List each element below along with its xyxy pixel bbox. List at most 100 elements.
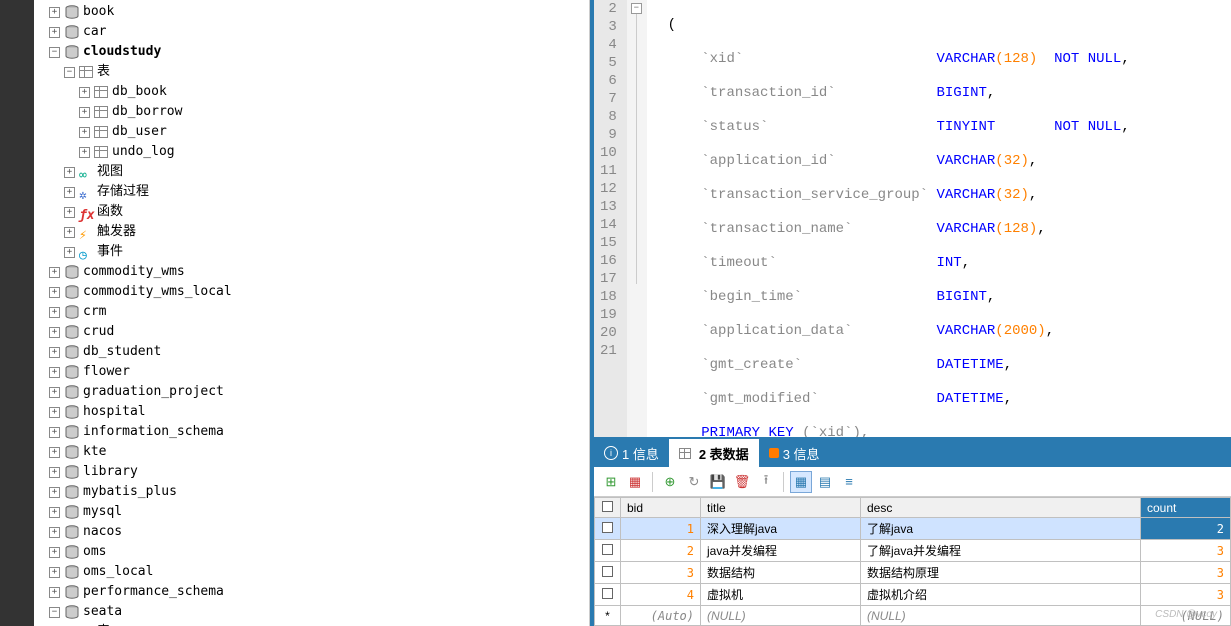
text-view-button[interactable]: ≡ <box>838 471 860 493</box>
expand-icon[interactable]: + <box>49 507 60 518</box>
cell-title[interactable]: 数据结构 <box>701 562 861 584</box>
col-desc[interactable]: desc <box>861 498 1141 518</box>
tree-db-oms[interactable]: +oms <box>34 542 589 562</box>
expand-icon[interactable]: + <box>49 467 60 478</box>
expand-icon[interactable]: + <box>49 367 60 378</box>
collapse-icon[interactable]: − <box>49 607 60 618</box>
cell-bid[interactable]: 2 <box>621 540 701 562</box>
expand-icon[interactable]: + <box>49 307 60 318</box>
tab-info3[interactable]: 3 信息 <box>759 439 830 467</box>
table-row[interactable]: 2java并发编程了解java并发编程3 <box>595 540 1231 562</box>
expand-icon[interactable]: + <box>79 147 90 158</box>
database-tree[interactable]: +book +car −cloudstudy −表 +db_book +db_b… <box>34 0 590 626</box>
tree-db-commodity_wms_local[interactable]: +commodity_wms_local <box>34 282 589 302</box>
expand-icon[interactable]: + <box>79 87 90 98</box>
expand-icon[interactable]: + <box>49 347 60 358</box>
tree-db-graduation_project[interactable]: +graduation_project <box>34 382 589 402</box>
checkbox-icon[interactable] <box>602 566 613 577</box>
tree-db-oms_local[interactable]: +oms_local <box>34 562 589 582</box>
tree-db-db_student[interactable]: +db_student <box>34 342 589 362</box>
tree-db-commodity_wms[interactable]: +commodity_wms <box>34 262 589 282</box>
cell-count[interactable]: 3 <box>1141 562 1231 584</box>
cell-bid[interactable]: (Auto) <box>621 606 701 626</box>
table-row[interactable]: 1深入理解java了解java2 <box>595 518 1231 540</box>
tree-table-undo_log[interactable]: +undo_log <box>34 142 589 162</box>
code-area[interactable]: ( `xid` VARCHAR(128) NOT NULL, `transact… <box>647 0 1231 437</box>
expand-icon[interactable]: + <box>49 427 60 438</box>
expand-icon[interactable]: + <box>64 247 75 258</box>
tree-events[interactable]: +◷事件 <box>34 242 589 262</box>
tree-funcs[interactable]: +ƒx函数 <box>34 202 589 222</box>
tree-triggers[interactable]: +⚡触发器 <box>34 222 589 242</box>
expand-icon[interactable]: + <box>49 387 60 398</box>
tree-table-db_user[interactable]: +db_user <box>34 122 589 142</box>
cell-count[interactable]: 3 <box>1141 540 1231 562</box>
checkbox-icon[interactable] <box>602 544 613 555</box>
cell-bid[interactable]: 3 <box>621 562 701 584</box>
tab-table-data[interactable]: 2 表数据 <box>669 439 759 467</box>
tree-db-book[interactable]: +book <box>34 2 589 22</box>
expand-icon[interactable]: + <box>49 287 60 298</box>
expand-icon[interactable]: + <box>64 207 75 218</box>
tree-db-performance_schema[interactable]: +performance_schema <box>34 582 589 602</box>
expand-icon[interactable]: + <box>79 127 90 138</box>
col-title[interactable]: title <box>701 498 861 518</box>
cell-desc[interactable]: 数据结构原理 <box>861 562 1141 584</box>
save-button[interactable]: 💾 <box>707 471 729 493</box>
collapse-icon[interactable]: − <box>49 47 60 58</box>
cell-count[interactable]: 3 <box>1141 584 1231 606</box>
tree-db-flower[interactable]: +flower <box>34 362 589 382</box>
expand-icon[interactable]: + <box>49 407 60 418</box>
expand-icon[interactable]: + <box>49 547 60 558</box>
collapse-icon[interactable]: − <box>64 67 75 78</box>
expand-icon[interactable]: + <box>64 187 75 198</box>
expand-icon[interactable]: + <box>49 487 60 498</box>
data-grid[interactable]: bid title desc count 1深入理解java了解java22ja… <box>594 497 1231 626</box>
cell-title[interactable]: 深入理解java <box>701 518 861 540</box>
cell-title[interactable]: (NULL) <box>701 606 861 626</box>
tree-procs[interactable]: +✲存储过程 <box>34 182 589 202</box>
expand-icon[interactable]: + <box>64 167 75 178</box>
tree-tables-folder[interactable]: −表 <box>34 62 589 82</box>
refresh-button[interactable]: ↻ <box>683 471 705 493</box>
cell-title[interactable]: java并发编程 <box>701 540 861 562</box>
cell-count[interactable]: 2 <box>1141 518 1231 540</box>
expand-icon[interactable]: + <box>79 107 90 118</box>
tree-table-db_borrow[interactable]: +db_borrow <box>34 102 589 122</box>
table-row[interactable]: 3数据结构数据结构原理3 <box>595 562 1231 584</box>
tree-db-cloudstudy[interactable]: −cloudstudy <box>34 42 589 62</box>
tree-db-crm[interactable]: +crm <box>34 302 589 322</box>
expand-icon[interactable]: + <box>64 227 75 238</box>
cell-desc[interactable]: 了解java并发编程 <box>861 540 1141 562</box>
expand-icon[interactable]: + <box>49 7 60 18</box>
tree-db-hospital[interactable]: +hospital <box>34 402 589 422</box>
cell-desc[interactable]: (NULL) <box>861 606 1141 626</box>
filter-button[interactable]: ▦ <box>624 471 646 493</box>
delete-button[interactable]: 🗑 <box>731 471 753 493</box>
tab-info[interactable]: i1 信息 <box>594 439 669 467</box>
checkbox-icon[interactable] <box>602 501 613 512</box>
export-button[interactable]: ⭱ <box>755 471 777 493</box>
expand-icon[interactable]: + <box>49 587 60 598</box>
tree-db-nacos[interactable]: +nacos <box>34 522 589 542</box>
select-all-header[interactable] <box>595 498 621 518</box>
grid-view-button[interactable]: ▦ <box>790 471 812 493</box>
tree-db-information_schema[interactable]: +information_schema <box>34 422 589 442</box>
form-view-button[interactable]: ▤ <box>814 471 836 493</box>
table-row-new[interactable]: *(Auto)(NULL)(NULL)(NULL) <box>595 606 1231 626</box>
expand-icon[interactable]: + <box>49 327 60 338</box>
cell-bid[interactable]: 1 <box>621 518 701 540</box>
expand-icon[interactable]: + <box>49 27 60 38</box>
sql-editor[interactable]: 23456789101112131415161718192021 − ( `xi… <box>594 0 1231 437</box>
tree-db-seata[interactable]: −seata <box>34 602 589 622</box>
tree-seata-tables[interactable]: −表 <box>34 622 589 626</box>
fold-column[interactable]: − <box>627 0 647 437</box>
checkbox-icon[interactable] <box>602 588 613 599</box>
checkbox-icon[interactable] <box>602 522 613 533</box>
expand-icon[interactable]: + <box>49 567 60 578</box>
tree-table-db_book[interactable]: +db_book <box>34 82 589 102</box>
col-count[interactable]: count <box>1141 498 1231 518</box>
expand-icon[interactable]: + <box>49 447 60 458</box>
col-bid[interactable]: bid <box>621 498 701 518</box>
tree-db-library[interactable]: +library <box>34 462 589 482</box>
